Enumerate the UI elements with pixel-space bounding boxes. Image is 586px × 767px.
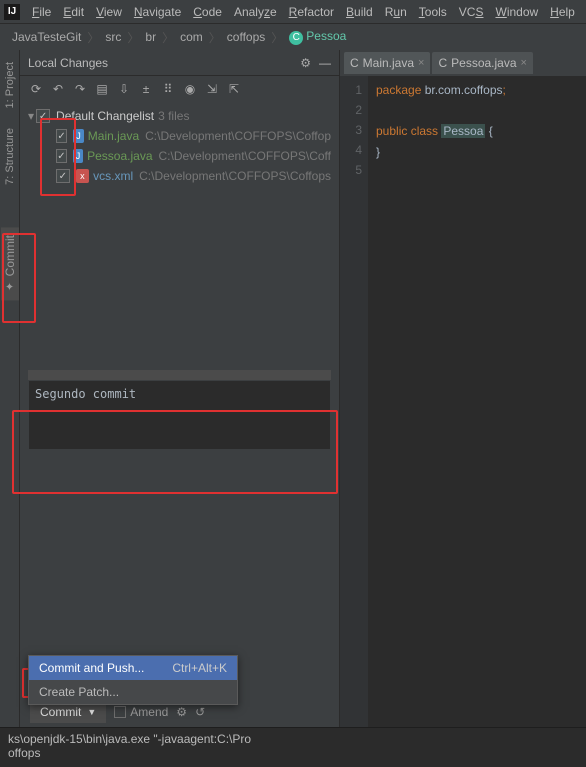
hide-icon[interactable]: — [319,56,331,70]
class-icon: C [438,56,447,70]
menu-navigate[interactable]: Navigate [128,5,187,19]
menu-file[interactable]: File [26,5,57,19]
shortcut-label: Ctrl+Alt+K [172,661,227,675]
changelist-checkbox[interactable]: ✓ [36,109,50,123]
menu-help[interactable]: Help [544,5,581,19]
editor-area: C Main.java × C Pessoa.java × 1 2 3 4 5 … [340,50,586,727]
dock-tab-structure[interactable]: 7: Structure [2,120,18,193]
menu-commit-and-push[interactable]: Commit and Push... Ctrl+Alt+K [29,656,237,680]
chevron-right-icon: 〉 [127,29,139,46]
collapse-icon[interactable]: ⇱ [226,81,242,97]
chevron-right-icon: 〉 [271,29,283,46]
group-icon[interactable]: ⠿ [160,81,176,97]
chevron-right-icon: 〉 [209,29,221,46]
run-console[interactable]: ks\openjdk-15\bin\java.exe "-javaagent:C… [0,727,586,767]
file-row[interactable]: ✓ J Pessoa.java C:\Development\COFFOPS\C… [28,146,331,166]
gear-icon[interactable]: ⚙ [300,56,311,70]
left-dock: 1: Project 7: Structure ✦ Commit [0,50,20,727]
crumb-project[interactable]: JavaTesteGit [8,30,85,44]
commit-dropdown-menu: Commit and Push... Ctrl+Alt+K Create Pat… [28,655,238,705]
crumb-com[interactable]: com [176,30,207,44]
file-name: Main.java [88,129,139,143]
menu-tools[interactable]: Tools [413,5,453,19]
java-file-icon: J [73,149,83,163]
gear-icon[interactable]: ⚙ [176,705,187,719]
changes-tree: ▾ ✓ Default Changelist 3 files ✓ J Main.… [20,102,339,190]
xml-file-icon: x [76,169,90,183]
menu-window[interactable]: Window [489,5,544,19]
app-logo-icon: IJ [4,4,20,20]
crumb-coffops[interactable]: coffops [223,30,269,44]
close-icon[interactable]: × [418,57,424,69]
menu-analyze[interactable]: Analyze [228,5,283,19]
chevron-down-icon[interactable]: ▾ [28,109,34,123]
shelve-icon[interactable]: ⇩ [116,81,132,97]
class-icon: C [289,31,303,45]
chevron-down-icon[interactable]: ▼ [87,707,96,717]
menu-vcs[interactable]: VCS [453,5,490,19]
file-checkbox[interactable]: ✓ [56,149,67,163]
menu-code[interactable]: Code [187,5,228,19]
unshelve-icon[interactable]: ± [138,81,154,97]
editor-gutter: 1 2 3 4 5 [340,76,368,727]
dock-tab-commit[interactable]: ✦ Commit [1,227,19,300]
panel-title: Local Changes [28,56,108,70]
changelist-row[interactable]: ▾ ✓ Default Changelist 3 files [28,106,331,126]
menu-create-patch[interactable]: Create Patch... [29,680,237,704]
commit-panel: Local Changes ⚙ — ⟳ ↶ ↷ ▤ ⇩ ± ⠿ ◉ ⇲ ⇱ ▾ … [20,50,340,727]
editor-tab-pessoa[interactable]: C Pessoa.java × [432,52,532,74]
dock-tab-project[interactable]: 1: Project [2,54,18,116]
redo-icon[interactable]: ↷ [72,81,88,97]
diff-icon[interactable]: ▤ [94,81,110,97]
file-checkbox[interactable]: ✓ [56,129,67,143]
file-row[interactable]: ✓ J Main.java C:\Development\COFFOPS\Cof… [28,126,331,146]
undo-icon[interactable]: ↶ [50,81,66,97]
code-editor[interactable]: package br.com.coffops; public class Pes… [368,76,586,727]
breadcrumb: JavaTesteGit 〉 src 〉 br 〉 com 〉 coffops … [0,24,586,50]
menubar: IJ File Edit View Navigate Code Analyze … [0,0,586,24]
menu-refactor[interactable]: Refactor [283,5,340,19]
menu-run[interactable]: Run [379,5,413,19]
class-icon: C [350,56,359,70]
crumb-src[interactable]: src [101,30,125,44]
file-path: C:\Development\COFFOPS\Coff [159,149,332,163]
crumb-br[interactable]: br [141,30,160,44]
amend-checkbox[interactable]: Amend [114,705,168,719]
chevron-right-icon: 〉 [87,29,99,46]
editor-tab-main[interactable]: C Main.java × [344,52,430,74]
java-file-icon: J [73,129,84,143]
changelist-count: 3 files [158,109,189,123]
file-path: C:\Development\COFFOPS\Coffops [139,169,331,183]
file-name: vcs.xml [93,169,133,183]
close-icon[interactable]: × [521,57,527,69]
crumb-current[interactable]: CPessoa [285,29,350,45]
chevron-right-icon: 〉 [162,29,174,46]
history-icon[interactable]: ↺ [195,705,205,719]
commit-message-area [28,370,331,453]
changelist-name: Default Changelist [56,109,154,123]
file-checkbox[interactable]: ✓ [56,169,70,183]
editor-tabs: C Main.java × C Pessoa.java × [340,50,586,76]
commit-toolbar: ⟳ ↶ ↷ ▤ ⇩ ± ⠿ ◉ ⇲ ⇱ [20,76,339,102]
menu-view[interactable]: View [90,5,128,19]
refresh-icon[interactable]: ⟳ [28,81,44,97]
expand-icon[interactable]: ⇲ [204,81,220,97]
file-path: C:\Development\COFFOPS\Coffop [145,129,331,143]
menu-build[interactable]: Build [340,5,379,19]
commit-message-input[interactable] [28,380,331,450]
file-row[interactable]: ✓ x vcs.xml C:\Development\COFFOPS\Coffo… [28,166,331,186]
preview-icon[interactable]: ◉ [182,81,198,97]
file-name: Pessoa.java [87,149,152,163]
menu-edit[interactable]: Edit [57,5,90,19]
